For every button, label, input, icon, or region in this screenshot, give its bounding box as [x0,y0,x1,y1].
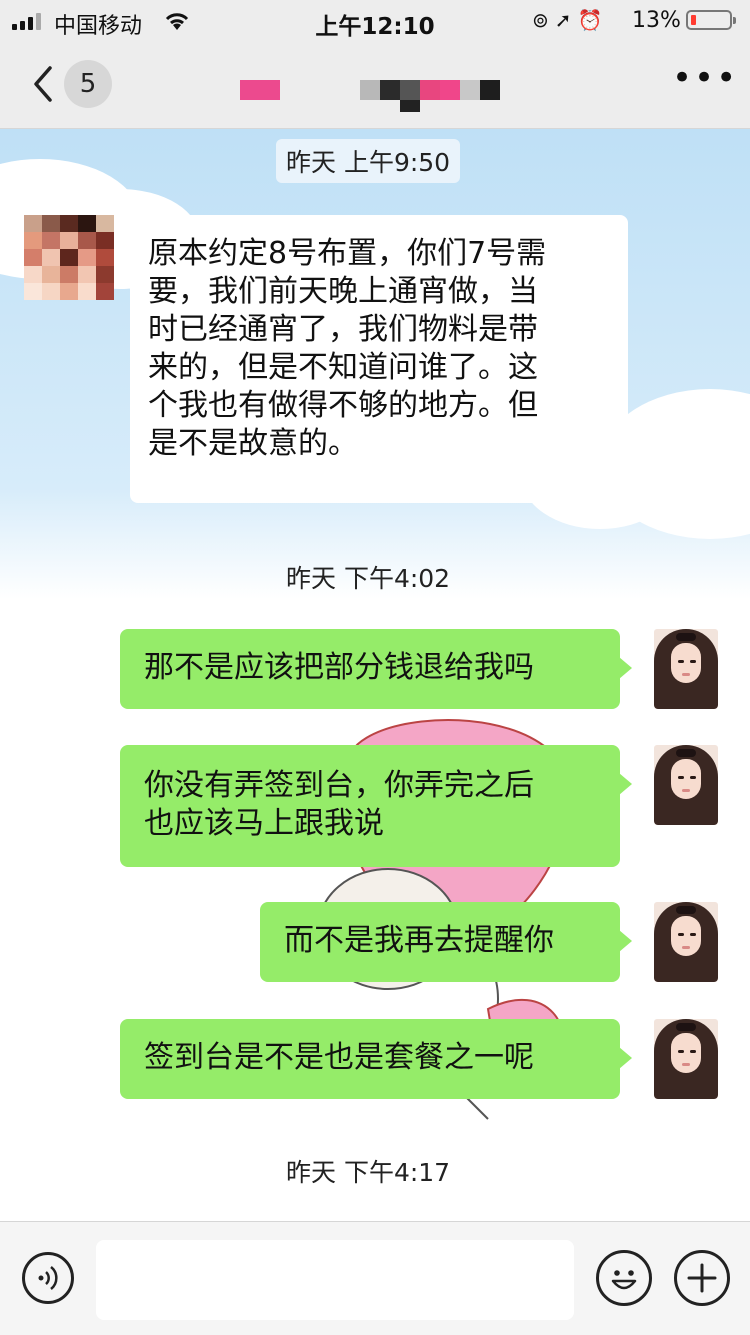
orientation-lock-icon: ⊚ [532,8,555,32]
battery-icon [686,10,736,30]
status-icons: ⊚➚⏰ [532,8,608,32]
battery-percent: 13% [632,8,681,33]
ellipsis-icon[interactable]: ••• [672,61,736,98]
unread-count-badge[interactable]: 5 [64,60,112,108]
my-avatar[interactable] [654,745,718,825]
message-line: 签到台是不是也是套餐之一呢 [144,1040,534,1075]
incoming-message-bubble[interactable]: 原本约定8号布置，你们7号需 要，我们前天晚上通宵做，当 时已经通宵了，我们物料… [130,215,628,503]
chevron-left-icon[interactable] [26,62,66,106]
my-avatar[interactable] [654,629,718,709]
input-bar [0,1221,750,1335]
message-line: 那不是应该把部分钱退给我吗 [144,650,534,685]
my-avatar[interactable] [654,1019,718,1099]
outgoing-message-bubble[interactable]: 你没有弄签到台，你弄完之后 也应该马上跟我说 [120,745,632,867]
message-line: 是不是故意的。 [148,426,358,461]
contact-avatar-blurred[interactable] [24,215,114,301]
my-avatar[interactable] [654,902,718,982]
outgoing-message-bubble[interactable]: 那不是应该把部分钱退给我吗 [120,629,632,709]
location-icon: ➚ [554,8,578,32]
outgoing-message-bubble[interactable]: 签到台是不是也是套餐之一呢 [120,1019,632,1099]
plus-icon[interactable] [674,1250,730,1306]
message-line: 要，我们前天晚上通宵做，当 [148,274,538,309]
voice-icon[interactable] [22,1252,74,1304]
timestamp: 昨天 下午4:02 [286,564,451,593]
message-line: 来的，但是不知道问谁了。这 [148,350,538,385]
message-line: 你没有弄签到台，你弄完之后 [144,768,534,803]
chat-title-blurred-mosaic [360,80,500,112]
message-line: 原本约定8号布置，你们7号需 [148,236,547,271]
status-bar: 中国移动 上午12:10 ⊚➚⏰ 13% [0,0,750,40]
chat-area[interactable]: 昨天 上午9:50 原本约定8号布置，你们7号需 要，我们前天晚上通宵做，当 时… [0,129,750,1221]
chat-title-blurred [240,80,280,100]
message-line: 时已经通宵了，我们物料是带 [148,312,538,347]
timestamp: 昨天 下午4:17 [286,1158,451,1187]
message-line: 个我也有做得不够的地方。但 [148,388,538,423]
nav-bar: 5 ••• [0,40,750,129]
outgoing-message-bubble[interactable]: 而不是我再去提醒你 [260,902,632,982]
message-input[interactable] [96,1240,574,1320]
message-line: 而不是我再去提醒你 [284,923,554,958]
timestamp: 昨天 上午9:50 [276,139,461,183]
alarm-icon: ⏰ [577,8,609,32]
message-line: 也应该马上跟我说 [144,806,384,841]
emoji-icon[interactable] [596,1250,652,1306]
